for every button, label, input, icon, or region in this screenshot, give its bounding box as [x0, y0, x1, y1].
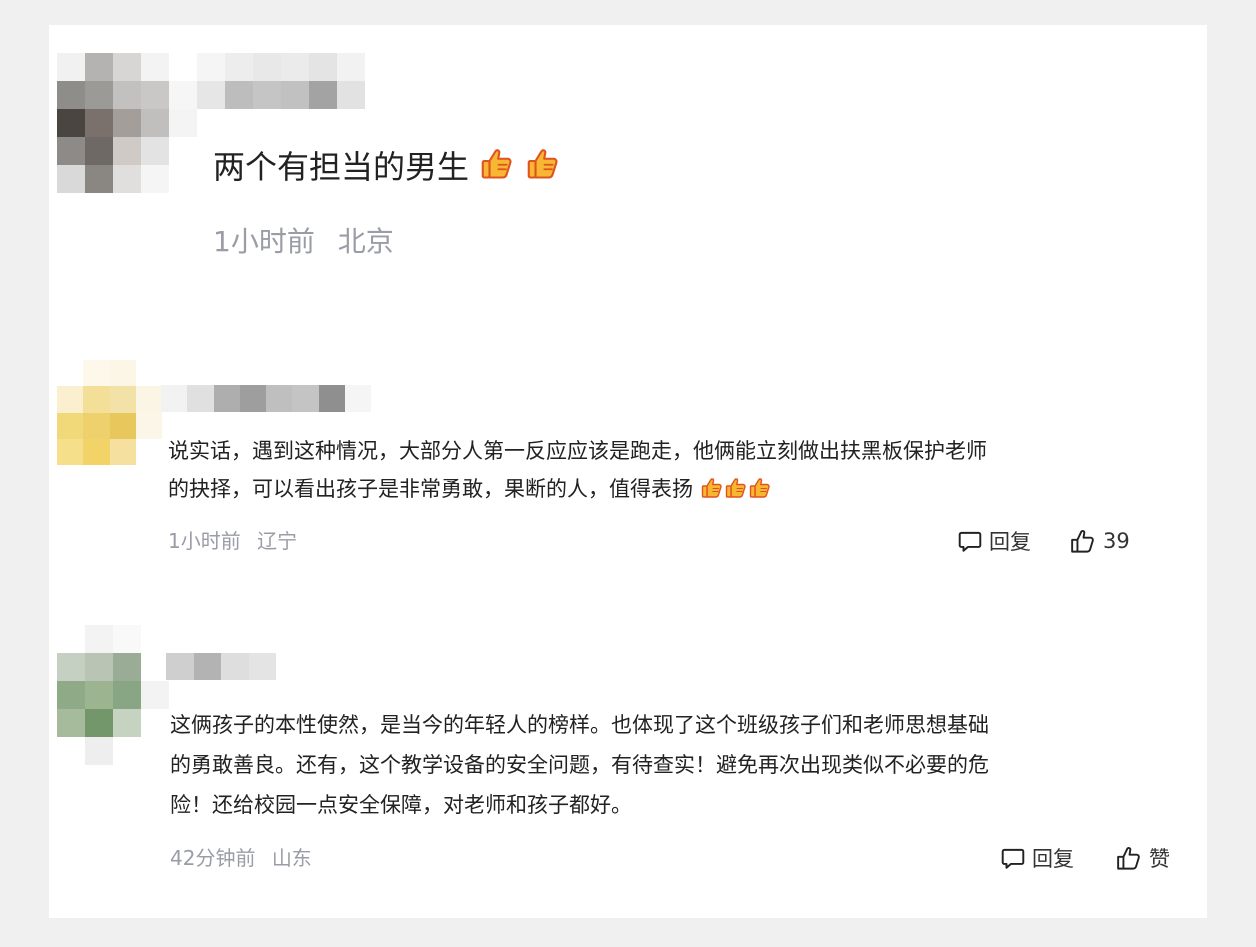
comment-text: 这俩孩子的本性使然，是当今的年轻人的榜样。也体现了这个班级孩子们和老师思想基础 … [170, 713, 989, 817]
thumbs-up-icon [525, 146, 561, 195]
thumbs-up-icon [479, 146, 515, 195]
comment-bubble-icon [957, 528, 983, 554]
timestamp: 1小时前 [168, 529, 241, 553]
username[interactable] [197, 53, 365, 109]
comment-meta: 1小时前 辽宁 [168, 527, 297, 555]
username[interactable] [161, 385, 371, 412]
location: 北京 [337, 225, 394, 258]
comment-text: 说实话，遇到这种情况，大部分人第一反应应该是跑走，他俩能立刻做出扶黑板保护老师 … [168, 432, 987, 512]
comment-card: 两个有担当的男生 1小时前 北京 说实话，遇到这种情况，大部分人第一反应应该是跑… [49, 25, 1207, 918]
avatar[interactable] [57, 53, 197, 193]
avatar[interactable] [57, 625, 169, 765]
like-count: 39 [1103, 529, 1130, 553]
thumbs-up-icon [700, 474, 724, 512]
thumbs-up-icon [724, 474, 748, 512]
avatar[interactable] [57, 360, 162, 465]
timestamp: 42分钟前 [170, 846, 256, 870]
location: 山东 [271, 846, 312, 870]
comment-meta: 42分钟前 山东 [170, 844, 312, 872]
like-button[interactable]: 赞 [1115, 843, 1170, 873]
thumbs-up-icon [748, 474, 772, 512]
thumbs-up-outline-icon [1115, 845, 1142, 872]
thumbs-up-outline-icon [1069, 528, 1096, 555]
location: 辽宁 [257, 529, 298, 553]
comment-bubble-icon [1000, 845, 1026, 871]
timestamp: 1小时前 [213, 225, 315, 258]
username[interactable] [166, 653, 276, 680]
comment-meta: 1小时前 北京 [213, 222, 394, 262]
like-button[interactable]: 39 [1069, 526, 1130, 556]
comment-text: 两个有担当的男生 [213, 143, 561, 195]
reply-button[interactable]: 回复 [1000, 843, 1074, 873]
reply-button[interactable]: 回复 [957, 526, 1031, 556]
